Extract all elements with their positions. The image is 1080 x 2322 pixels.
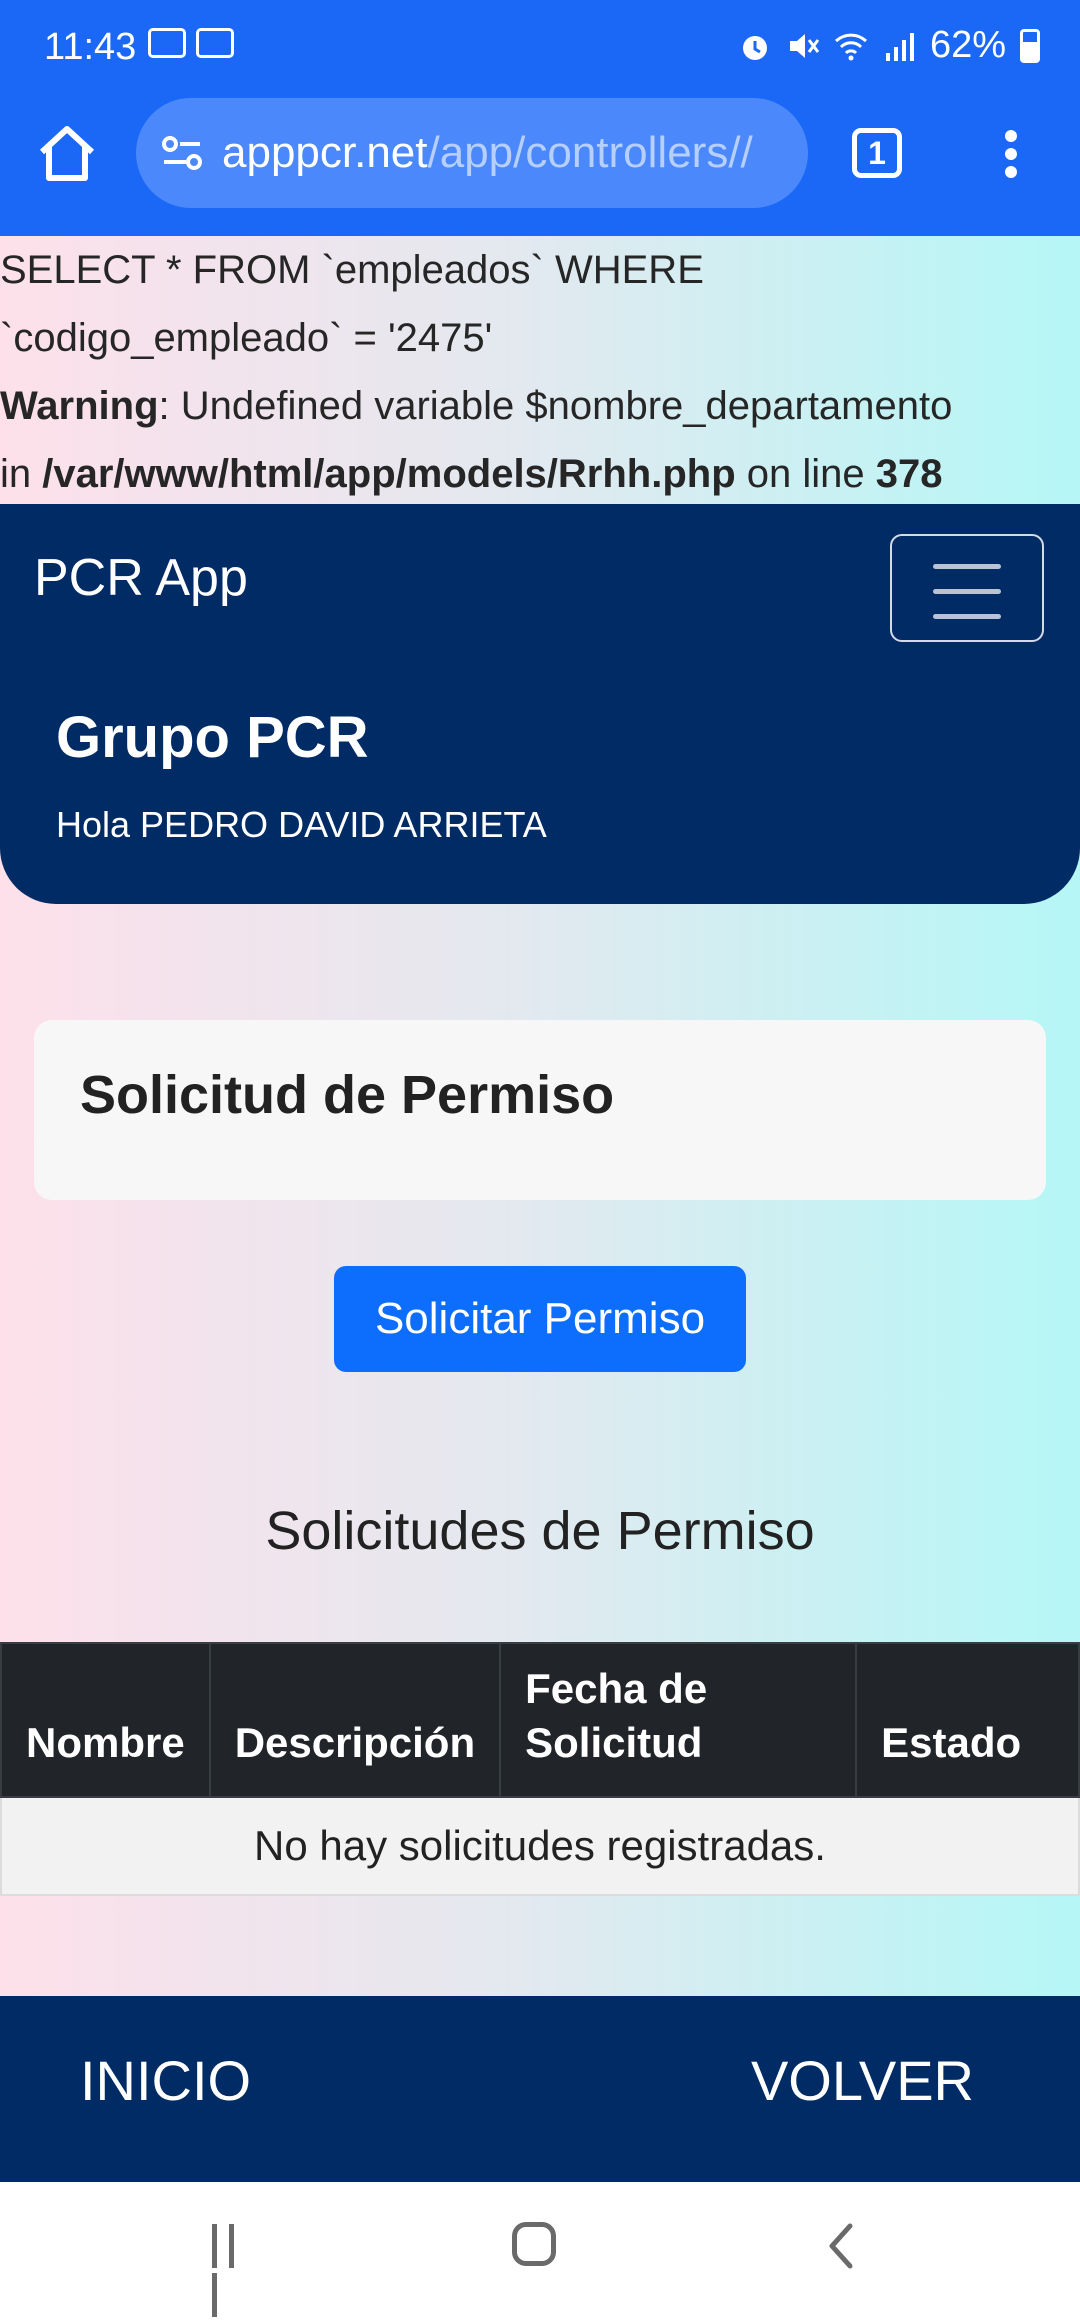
url-field[interactable]: apppcr.net/app/controllers// bbox=[136, 98, 808, 208]
user-greeting: Hola PEDRO DAVID ARRIETA bbox=[56, 804, 547, 845]
site-settings-icon[interactable] bbox=[156, 127, 208, 179]
column-header-nombre: Nombre bbox=[0, 1642, 211, 1798]
url-path: /app/controllers// bbox=[427, 128, 753, 177]
bottom-navigation: INICIO VOLVER bbox=[0, 1996, 1080, 2182]
back-link[interactable]: VOLVER bbox=[751, 2048, 974, 2113]
app-navbar: PCR App Grupo PCR Hola PEDRO DAVID ARRIE… bbox=[0, 504, 1080, 904]
system-home-icon[interactable] bbox=[512, 2222, 556, 2266]
battery-icon bbox=[1020, 28, 1040, 63]
url-host: apppcr.net bbox=[222, 128, 428, 177]
requests-table: Nombre Descripción Fecha de Solicitud Es… bbox=[0, 1642, 1080, 1896]
outlook-icon bbox=[148, 28, 186, 58]
table-row: No hay solicitudes registradas. bbox=[0, 1796, 1080, 1896]
permission-card: Solicitud de Permiso bbox=[34, 1020, 1046, 1200]
warning-in: in bbox=[0, 452, 43, 496]
navbar-brand[interactable]: PCR App bbox=[34, 548, 248, 608]
home-icon[interactable] bbox=[32, 118, 102, 188]
page-title: Grupo PCR bbox=[56, 705, 369, 770]
system-navigation-bar bbox=[0, 2182, 1080, 2317]
battery-percent: 62% bbox=[929, 24, 1006, 66]
column-header-estado: Estado bbox=[855, 1642, 1080, 1798]
warning-text: : Undefined variable $nombre_departament… bbox=[158, 384, 953, 428]
tab-switcher-button[interactable]: 1 bbox=[852, 128, 902, 178]
home-link[interactable]: INICIO bbox=[80, 2048, 251, 2113]
outlook-icon bbox=[196, 28, 234, 58]
warning-on-line: on line bbox=[735, 452, 876, 496]
navbar-toggler-button[interactable] bbox=[890, 534, 1044, 642]
browser-toolbar: apppcr.net/app/controllers// 1 bbox=[0, 96, 1080, 236]
notification-icons bbox=[148, 28, 234, 58]
column-header-descripcion: Descripción bbox=[208, 1642, 502, 1798]
requests-list-title: Solicitudes de Permiso bbox=[265, 1501, 815, 1561]
php-warning: Warning: Undefined variable $nombre_depa… bbox=[0, 372, 1080, 440]
php-debug-output: SELECT * FROM `empleados` WHERE `codigo_… bbox=[0, 236, 1080, 508]
system-back-icon[interactable] bbox=[820, 2222, 868, 2270]
status-icons: 62% bbox=[738, 24, 1040, 67]
more-menu-icon[interactable] bbox=[996, 124, 1026, 184]
php-warning-location: in /var/www/html/app/models/Rrhh.php on … bbox=[0, 440, 1080, 508]
alarm-icon bbox=[742, 35, 767, 60]
warning-line-number: 378 bbox=[875, 452, 943, 496]
hamburger-icon bbox=[933, 564, 1001, 569]
wifi-icon bbox=[834, 33, 867, 60]
warning-label: Warning bbox=[0, 384, 159, 428]
warning-file: /var/www/html/app/models/Rrhh.php bbox=[42, 452, 736, 496]
status-time: 11:43 bbox=[44, 26, 137, 68]
column-header-fecha: Fecha de Solicitud bbox=[499, 1642, 858, 1798]
signal-icon bbox=[885, 32, 914, 61]
request-permission-button[interactable]: Solicitar Permiso bbox=[334, 1266, 746, 1372]
page-content: SELECT * FROM `empleados` WHERE `codigo_… bbox=[0, 236, 1080, 1996]
sql-query-line: `codigo_empleado` = '2475' bbox=[0, 316, 493, 360]
card-title: Solicitud de Permiso bbox=[80, 1065, 615, 1125]
tab-count: 1 bbox=[868, 134, 886, 171]
mute-icon bbox=[789, 33, 820, 58]
status-bar: 11:43 62% bbox=[0, 0, 1080, 96]
empty-table-message: No hay solicitudes registradas. bbox=[0, 1796, 1080, 1896]
recent-apps-icon[interactable] bbox=[212, 2224, 260, 2317]
table-header-row: Nombre Descripción Fecha de Solicitud Es… bbox=[0, 1642, 1080, 1798]
sql-query-line: SELECT * FROM `empleados` WHERE bbox=[0, 248, 704, 292]
